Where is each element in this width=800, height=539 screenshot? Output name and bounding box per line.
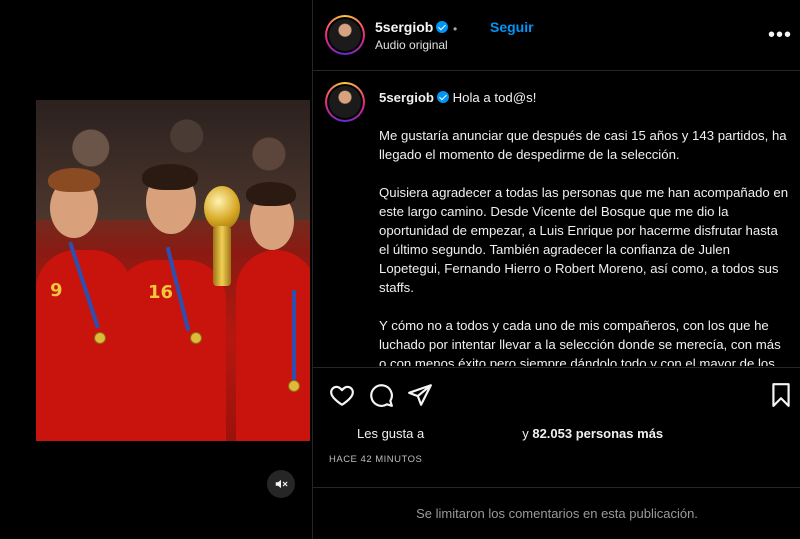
caption-username[interactable]: 5sergiob bbox=[379, 90, 434, 105]
media-column: 9 16 bbox=[36, 0, 312, 539]
heart-icon[interactable] bbox=[329, 382, 355, 408]
post-timestamp[interactable]: HACE 42 MINUTOS bbox=[329, 454, 422, 465]
verified-badge-icon bbox=[436, 91, 449, 103]
caption-avatar[interactable] bbox=[325, 82, 365, 122]
photo-jersey-number-center: 16 bbox=[148, 282, 174, 303]
header-dot-separator: • bbox=[453, 22, 458, 36]
caption-paragraph-2: Quisiera agradecer a todas las personas … bbox=[379, 185, 789, 295]
caption-paragraph-3: Y cómo no a todos y cada uno de mis comp… bbox=[379, 318, 781, 366]
audio-label[interactable]: Audio original bbox=[375, 38, 448, 52]
photo-medal-right bbox=[288, 380, 300, 392]
header-username-text[interactable]: 5sergiob bbox=[375, 19, 433, 35]
header-avatar[interactable] bbox=[325, 15, 365, 55]
post-header bbox=[313, 0, 800, 71]
mute-button[interactable] bbox=[267, 470, 295, 498]
speaker-muted-icon bbox=[275, 479, 288, 489]
caption-paragraph-1: Me gustaría anunciar que después de casi… bbox=[379, 128, 787, 162]
post-caption: 5sergiob Hola a tod@s! Me gustaría anunc… bbox=[379, 88, 789, 366]
photo-ribbon-right bbox=[292, 290, 296, 380]
likes-count[interactable]: 82.053 personas más bbox=[532, 426, 663, 441]
likes-prefix: Les gusta a bbox=[357, 426, 425, 441]
post-panel: 5sergiob Hola a tod@s! Me gustaría anunc… bbox=[312, 0, 800, 539]
caption-area: 5sergiob Hola a tod@s! Me gustaría anunc… bbox=[313, 72, 800, 366]
header-username[interactable]: 5sergiob bbox=[375, 19, 449, 35]
share-icon[interactable] bbox=[407, 382, 433, 408]
photo-player-right bbox=[236, 250, 310, 441]
photo-hair-center bbox=[142, 164, 198, 190]
bookmark-icon[interactable] bbox=[768, 382, 794, 408]
likes-middle: y bbox=[522, 426, 529, 441]
likes-summary[interactable]: Les gusta a y 82.053 personas más bbox=[357, 426, 663, 441]
photo-medal-center bbox=[190, 332, 202, 344]
follow-button[interactable]: Seguir bbox=[490, 19, 534, 35]
left-gutter bbox=[0, 0, 36, 539]
post-photo[interactable]: 9 16 bbox=[36, 100, 310, 441]
photo-world-cup-trophy bbox=[204, 186, 240, 296]
photo-hair-left bbox=[48, 168, 100, 192]
caption-greeting: Hola a tod@s! bbox=[452, 90, 537, 105]
comment-icon[interactable] bbox=[368, 382, 394, 408]
post-actions: Les gusta a y 82.053 personas más HACE 42… bbox=[313, 367, 800, 487]
verified-badge-icon bbox=[436, 21, 449, 33]
comments-limited-notice: Se limitaron los comentarios en esta pub… bbox=[313, 487, 800, 539]
photo-hair-right bbox=[246, 182, 296, 206]
photo-medal-left bbox=[94, 332, 106, 344]
more-options-icon[interactable]: ••• bbox=[768, 24, 792, 47]
photo-jersey-number-left: 9 bbox=[50, 280, 63, 301]
